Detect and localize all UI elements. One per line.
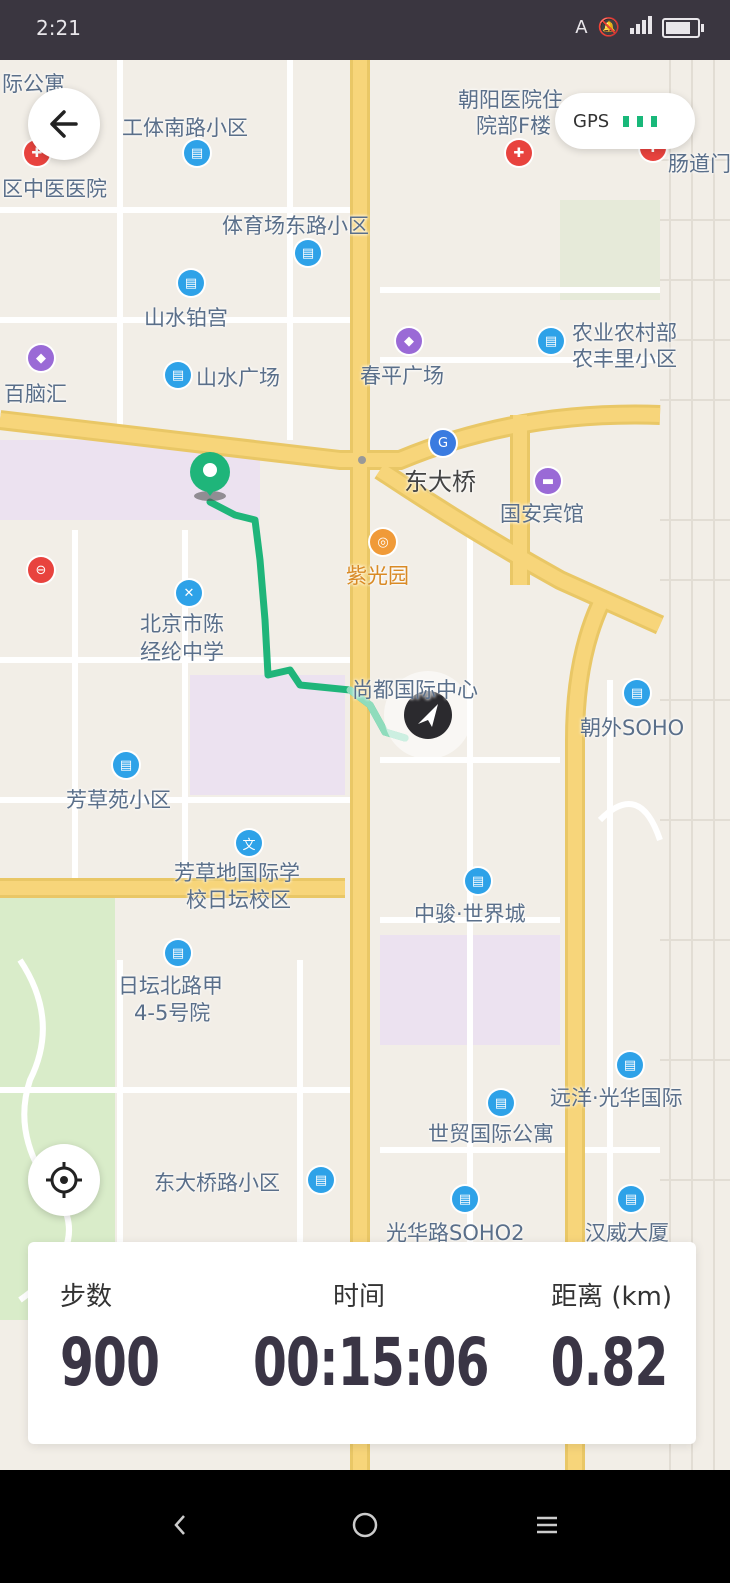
residence-icon: ▤ (617, 1052, 643, 1078)
residence-icon: ▤ (178, 270, 204, 296)
residence-icon: ▤ (165, 940, 191, 966)
gps-status: GPS (555, 93, 695, 149)
time-stat: 时间 00:15:06 (243, 1242, 489, 1444)
map-label: 校日坛校区 (186, 888, 291, 912)
time-value: 00:15:06 (253, 1324, 489, 1401)
school-icon: ✕ (176, 580, 202, 606)
map-label: 尚都国际中心 (352, 678, 478, 702)
map-label: 东大桥 (404, 468, 476, 496)
distance-label: 距离 (km) (551, 1282, 672, 1312)
bus-station-icon: G (430, 430, 456, 456)
menu-icon (537, 1516, 557, 1534)
map-label: 农丰里小区 (572, 347, 677, 371)
map-label: 体育场东路小区 (222, 214, 369, 238)
restaurant-icon: ◎ (370, 529, 396, 555)
map-label: 4-5号院 (134, 1001, 211, 1025)
residence-icon: ▤ (624, 680, 650, 706)
residence-icon: ▤ (465, 868, 491, 894)
hospital-icon: ✚ (506, 140, 532, 166)
map-label: 紫光园 (346, 564, 409, 588)
residence-icon: ▤ (452, 1186, 478, 1212)
chevron-left-icon (174, 1515, 185, 1535)
map-label: 日坛北路甲 (118, 974, 223, 998)
map-label: 肠道门 (668, 152, 730, 176)
map-label: 百脑汇 (4, 382, 67, 406)
map-label: 世贸国际公寓 (428, 1122, 554, 1146)
mute-icon: 🔕 (597, 17, 620, 38)
sim-indicator: A (575, 17, 588, 38)
gps-signal-icon (623, 115, 658, 127)
map-label: 北京市陈 (140, 612, 224, 636)
nav-home-button[interactable] (340, 1500, 390, 1550)
gps-label: GPS (573, 110, 610, 132)
residence-icon: ▤ (308, 1167, 334, 1193)
system-nav-bar (0, 1470, 730, 1583)
residence-icon: ▤ (184, 140, 210, 166)
map-label: 中骏·世界城 (414, 902, 526, 926)
residence-icon: ▤ (295, 240, 321, 266)
residence-icon: ▤ (538, 328, 564, 354)
distance-stat: 距离 (km) 0.82 (468, 1242, 672, 1444)
residence-icon: ▤ (618, 1186, 644, 1212)
status-bar: 2:21 A 🔕 (0, 0, 730, 60)
map-label: 区中医医院 (2, 177, 107, 201)
residence-icon: ▤ (165, 362, 191, 388)
map-label: 远洋·光华国际 (550, 1086, 683, 1110)
map-label: 东大桥路小区 (154, 1171, 280, 1195)
stats-card: 步数 900 时间 00:15:06 距离 (km) 0.82 (28, 1242, 696, 1444)
map-label: 芳草苑小区 (66, 788, 171, 812)
distance-value: 0.82 (551, 1324, 669, 1401)
map-label: 工体南路小区 (122, 116, 248, 140)
nav-back-button[interactable] (155, 1500, 205, 1550)
map-label: 国安宾馆 (500, 502, 584, 526)
school-icon: 文 (236, 830, 262, 856)
status-time: 2:21 (36, 16, 81, 40)
steps-stat: 步数 900 (60, 1242, 260, 1444)
residence-icon: ▤ (113, 752, 139, 778)
hotel-icon: ▬ (535, 468, 561, 494)
arrow-left-icon (50, 110, 78, 138)
map-label: 朝外SOHO (580, 716, 685, 740)
shopping-icon: ◆ (28, 345, 54, 371)
map-label: 山水铂宫 (144, 306, 228, 330)
subway-icon: ⊖ (28, 557, 54, 583)
signal-icon (630, 16, 652, 39)
map-label: 经纶中学 (140, 640, 224, 664)
locate-button[interactable] (28, 1144, 100, 1216)
status-icons: A 🔕 (575, 16, 704, 39)
map-label: 春平广场 (360, 364, 444, 388)
back-button[interactable] (28, 88, 100, 160)
home-circle-icon (352, 1512, 378, 1538)
steps-label: 步数 (60, 1282, 113, 1312)
crosshair-icon (46, 1162, 82, 1198)
residence-icon: ▤ (488, 1090, 514, 1116)
time-label: 时间 (333, 1282, 386, 1312)
steps-value: 900 (60, 1324, 160, 1401)
map-label: 芳草地国际学 (174, 861, 300, 885)
map-label: 院部F楼 (476, 114, 552, 138)
map-label: 山水广场 (196, 366, 280, 390)
battery-icon (662, 17, 704, 38)
nav-menu-button[interactable] (522, 1500, 572, 1550)
shopping-icon: ◆ (396, 328, 422, 354)
